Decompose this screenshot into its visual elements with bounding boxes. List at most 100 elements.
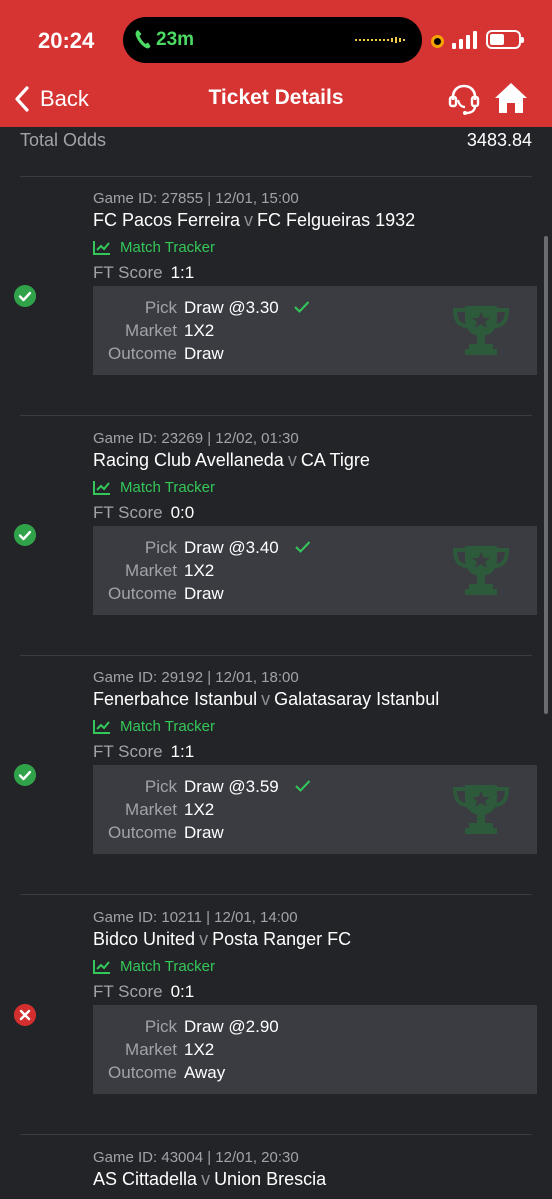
match-teams: AS Cittadella v Union Brescia [93,1169,326,1190]
pick-label: Pick [144,777,177,796]
outcome-value: Draw [184,584,224,603]
pick-value: Draw @3.59 [184,777,279,796]
home-icon[interactable] [494,81,528,115]
versus-label: v [199,929,209,949]
total-odds-row: Total Odds 3483.84 [20,130,532,154]
game-item: Game ID: 10211 | 12/01, 14:00 Bidco Unit… [0,909,552,1147]
chart-line-icon [93,959,110,974]
home-team: AS Cittadella [93,1169,198,1189]
game-id: Game ID: 27855 | 12/01, 15:00 [93,190,299,207]
scrollbar[interactable] [544,236,548,714]
market-value: 1X2 [184,321,215,340]
market-label: Market [125,1040,177,1059]
match-teams: Fenerbahce Istanbul v Galatasaray Istanbul [93,689,439,710]
pick-row: Pick Draw @2.90 [93,1017,533,1039]
ft-score-label: FT Score [93,982,163,1001]
match-tracker-link[interactable]: Match Tracker [93,957,215,975]
outcome-label: Outcome [108,823,177,842]
match-tracker-label: Match Tracker [120,238,216,256]
outcome-label: Outcome [108,344,177,363]
trophy-icon [453,785,509,834]
away-team: Posta Ranger FC [212,929,352,949]
pick-label: Pick [144,1017,177,1036]
game-id: Game ID: 29192 | 12/01, 18:00 [93,669,299,686]
market-label: Market [125,561,177,580]
ticket-details-screen: 20:24 23m Back Ticket Details Total Odds… [0,0,552,1199]
outcome-row: Outcome Away [93,1063,533,1085]
ft-score-value: 0:1 [170,982,195,1001]
dynamic-island[interactable]: 23m [123,17,422,63]
match-tracker-link[interactable]: Match Tracker [93,238,215,256]
market-label: Market [125,321,177,340]
ft-score-row: FT Score 1:1 [93,263,194,283]
check-icon [294,301,310,313]
pick-details: Pick Draw @3.40 Market 1X2 Outcome Draw [93,526,537,615]
home-team: Bidco United [93,929,196,949]
game-id: Game ID: 43004 | 12/01, 20:30 [93,1149,299,1166]
total-odds-value: 3483.84 [466,130,532,150]
game-id: Game ID: 23269 | 12/02, 01:30 [93,430,299,447]
pick-label: Pick [144,538,177,557]
divider [20,655,532,656]
match-tracker-label: Match Tracker [120,717,216,735]
divider [20,415,532,416]
match-tracker-label: Match Tracker [120,957,216,975]
market-value: 1X2 [184,800,215,819]
trophy-icon [453,306,509,355]
audio-wave-icon [355,37,405,43]
match-tracker-link[interactable]: Match Tracker [93,717,215,735]
pick-value: Draw @3.30 [184,298,279,317]
divider [20,894,532,895]
game-id: Game ID: 10211 | 12/01, 14:00 [93,909,298,926]
home-team: Fenerbahce Istanbul [93,689,258,709]
home-team: FC Pacos Ferreira [93,210,241,230]
ft-score-label: FT Score [93,503,163,522]
ft-score-label: FT Score [93,263,163,282]
ft-score-row: FT Score 1:1 [93,742,194,762]
outcome-label: Outcome [108,1063,177,1082]
home-team: Racing Club Avellaneda [93,450,284,470]
outcome-value: Away [184,1063,226,1082]
pick-details: Pick Draw @3.30 Market 1X2 Outcome Draw [93,286,537,375]
market-row: Market 1X2 [93,1040,533,1062]
versus-label: v [261,689,271,709]
match-teams: FC Pacos Ferreira v FC Felgueiras 1932 [93,210,415,231]
game-item: Game ID: 23269 | 12/02, 01:30 Racing Clu… [0,430,552,668]
won-check-icon [14,524,36,546]
trophy-icon [453,546,509,595]
match-tracker-link[interactable]: Match Tracker [93,478,215,496]
ft-score-value: 1:1 [170,263,195,282]
chart-line-icon [93,240,110,255]
customer-support-icon[interactable] [447,82,481,116]
ft-score-row: FT Score 0:0 [93,503,194,523]
recording-indicator-icon [431,35,444,48]
check-icon [295,541,311,553]
ft-score-label: FT Score [93,742,163,761]
battery-icon [486,30,524,49]
away-team: Galatasaray Istanbul [274,689,440,709]
pick-label: Pick [144,298,177,317]
outcome-value: Draw [184,344,224,363]
outcome-label: Outcome [108,584,177,603]
chart-line-icon [93,480,110,495]
lost-x-icon [14,1004,36,1026]
versus-label: v [287,450,297,470]
ft-score-row: FT Score 0:1 [93,982,194,1002]
market-value: 1X2 [184,561,215,580]
match-tracker-label: Match Tracker [120,478,216,496]
versus-label: v [201,1169,211,1189]
pick-details: Pick Draw @3.59 Market 1X2 Outcome Draw [93,765,537,854]
versus-label: v [244,210,254,230]
away-team: FC Felgueiras 1932 [257,210,416,230]
status-time: 20:24 [38,28,95,53]
chart-line-icon [93,719,110,734]
market-label: Market [125,800,177,819]
divider [20,1134,532,1135]
check-icon [295,780,311,792]
divider [20,176,532,177]
won-check-icon [14,764,36,786]
match-teams: Racing Club Avellaneda v CA Tigre [93,450,370,471]
market-value: 1X2 [184,1040,215,1059]
ft-score-value: 1:1 [170,742,195,761]
game-item: Game ID: 29192 | 12/01, 18:00 Fenerbahce… [0,669,552,907]
